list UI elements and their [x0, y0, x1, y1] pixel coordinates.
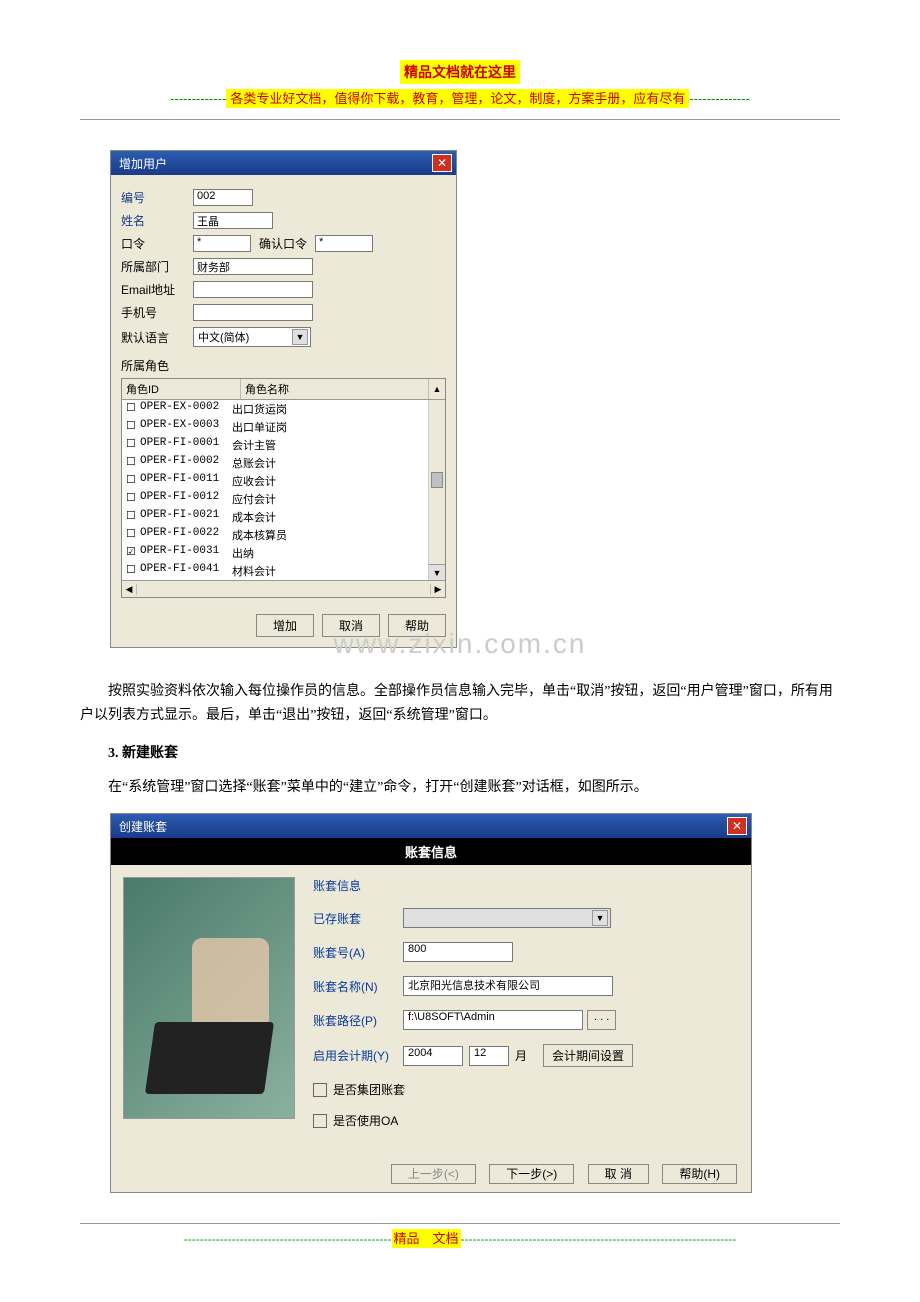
month-unit: 月 — [515, 1047, 527, 1064]
oa-label: 是否使用OA — [333, 1112, 398, 1129]
year-input[interactable]: 2004 — [403, 1046, 463, 1066]
header-rule — [80, 119, 840, 120]
exist-select: ▼ — [403, 908, 611, 928]
doc-footer: ----------------------------------------… — [80, 1223, 840, 1247]
email-input[interactable] — [193, 281, 313, 298]
name-input[interactable]: 北京阳光信息技术有限公司 — [403, 976, 613, 996]
lang-label: 默认语言 — [121, 329, 193, 346]
scroll-up-icon[interactable]: ▲ — [428, 379, 445, 399]
group-label: 是否集团账套 — [333, 1081, 405, 1098]
section-bar: 账套信息 — [111, 838, 751, 865]
paragraph: 按照实验资料依次输入每位操作员的信息。全部操作员信息输入完毕，单击“取消”按钮，… — [80, 680, 840, 728]
month-input[interactable]: 12 — [469, 1046, 509, 1066]
code-label: 账套号(A) — [313, 944, 403, 961]
role-row: ☐OPER-FI-0021成本会计 — [122, 508, 445, 526]
role-row: ☐OPER-FI-0041材料会计 — [122, 562, 445, 580]
paragraph: 在“系统管理”窗口选择“账套”菜单中的“建立”命令，打开“创建账套”对话框，如图… — [80, 776, 840, 800]
period-button[interactable]: 会计期间设置 — [543, 1044, 633, 1067]
confirm-pwd-label: 确认口令 — [259, 235, 307, 252]
role-row: ☐OPER-FI-0012应付会计 — [122, 490, 445, 508]
role-row: ☐OPER-FI-0001会计主管 — [122, 436, 445, 454]
role-row: ☐OPER-FI-0011应收会计 — [122, 472, 445, 490]
col-role-id: 角色ID — [122, 379, 241, 399]
code-input[interactable]: 800 — [403, 942, 513, 962]
add-button[interactable]: 增加 — [256, 614, 314, 637]
scrollbar[interactable]: ▼ — [428, 400, 445, 580]
cancel-button[interactable]: 取 消 — [588, 1164, 649, 1184]
roles-table: 角色ID 角色名称 ▲ ☐OPER-EX-0002出口货运岗 ☐OPER-EX-… — [121, 378, 446, 598]
phone-label: 手机号 — [121, 304, 193, 321]
period-label: 启用会计期(Y) — [313, 1047, 403, 1064]
lang-select[interactable]: 中文(简体)▼ — [193, 327, 311, 347]
pwd-label: 口令 — [121, 235, 193, 252]
dialog-title: 创建账套 — [119, 818, 167, 835]
scroll-down-icon: ▼ — [429, 564, 445, 580]
exist-label: 已存账套 — [313, 910, 403, 927]
prev-button: 上一步(<) — [391, 1164, 476, 1184]
name-label: 姓名 — [121, 212, 193, 229]
doc-header: 精品文档就在这里 -------------各类专业好文档，值得你下载，教育，管… — [80, 60, 840, 107]
path-input[interactable]: f:\U8SOFT\Admin — [403, 1010, 583, 1030]
form-heading: 账套信息 — [313, 877, 739, 894]
doc-title: 精品文档就在这里 — [400, 60, 520, 84]
role-row: ☐OPER-EX-0002出口货运岗 — [122, 400, 445, 418]
wizard-image — [123, 877, 295, 1119]
browse-button[interactable]: . . . — [587, 1010, 616, 1030]
dialog-title: 增加用户 — [119, 155, 167, 172]
chevron-down-icon: ▼ — [292, 329, 308, 345]
dept-input[interactable]: 财务部 — [193, 258, 313, 275]
titlebar: 增加用户 ✕ — [111, 151, 456, 175]
phone-input[interactable] — [193, 304, 313, 321]
dept-label: 所属部门 — [121, 258, 193, 275]
next-button[interactable]: 下一步(>) — [489, 1164, 574, 1184]
id-input[interactable]: 002 — [193, 189, 253, 206]
col-role-name: 角色名称 — [241, 379, 428, 399]
name-label: 账套名称(N) — [313, 978, 403, 995]
help-button[interactable]: 帮助(H) — [662, 1164, 737, 1184]
role-row: ☐OPER-FI-0002总账会计 — [122, 454, 445, 472]
add-user-dialog: 增加用户 ✕ 编号002 姓名王晶 口令*确认口令* 所属部门财务部 Email… — [110, 150, 457, 648]
h-scrollbar[interactable]: ◀▶ — [122, 580, 445, 597]
titlebar: 创建账套 ✕ — [111, 814, 751, 838]
email-label: Email地址 — [121, 281, 193, 298]
close-icon[interactable]: ✕ — [432, 154, 452, 172]
name-input[interactable]: 王晶 — [193, 212, 273, 229]
role-row: ☐OPER-FI-0022成本核算员 — [122, 526, 445, 544]
path-label: 账套路径(P) — [313, 1012, 403, 1029]
chevron-down-icon: ▼ — [592, 910, 608, 926]
confirm-pwd-input[interactable]: * — [315, 235, 373, 252]
pwd-input[interactable]: * — [193, 235, 251, 252]
watermark: www.zixin.com.cn — [80, 628, 840, 660]
oa-checkbox[interactable] — [313, 1114, 327, 1128]
group-checkbox[interactable] — [313, 1083, 327, 1097]
close-icon[interactable]: ✕ — [727, 817, 747, 835]
role-row: ☑OPER-FI-0031出纳 — [122, 544, 445, 562]
section-title: 3. 新建账套 — [108, 742, 840, 762]
role-row: ☐OPER-EX-0003出口单证岗 — [122, 418, 445, 436]
roles-header: 所属角色 — [121, 357, 446, 374]
create-account-dialog: 创建账套 ✕ 账套信息 账套信息 已存账套 ▼ 账套号(A)800 账套名称(N)… — [110, 813, 752, 1193]
id-label: 编号 — [121, 189, 193, 206]
roles-body: ☐OPER-EX-0002出口货运岗 ☐OPER-EX-0003出口单证岗 ☐O… — [122, 400, 445, 580]
